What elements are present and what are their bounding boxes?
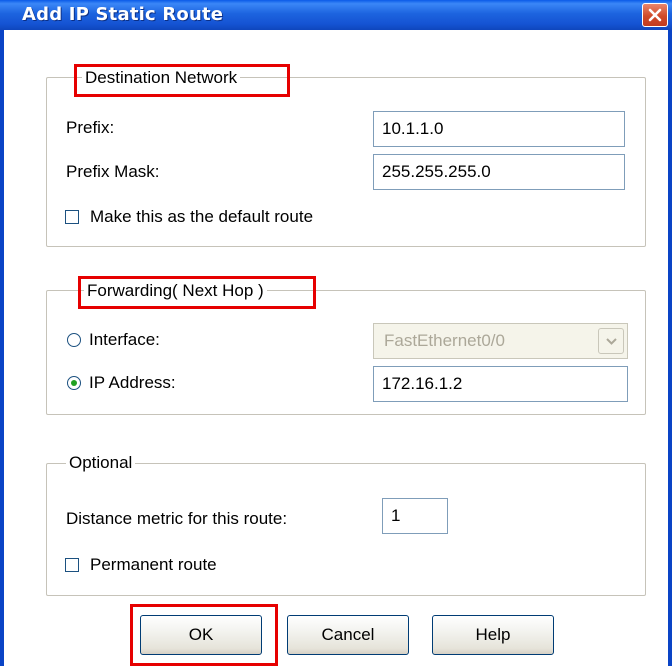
ok-button-highlight [130,604,278,666]
distance-metric-label: Distance metric for this route: [66,509,288,528]
interface-label[interactable]: Interface: [89,330,160,350]
close-icon [648,8,662,22]
distance-metric-input[interactable]: 1 [382,498,448,534]
prefix-mask-label: Prefix Mask: [66,162,160,181]
ip-address-input[interactable]: 172.16.1.2 [373,366,628,402]
add-ip-static-route-dialog: Add IP Static Route Destination Network … [0,0,672,666]
prefix-label: Prefix: [66,118,115,137]
default-route-checkbox[interactable] [65,210,79,224]
optional-legend: Optional [66,452,136,474]
interface-select[interactable]: FastEthernet0/0 [373,323,628,359]
prefix-input[interactable]: 10.1.1.0 [373,111,625,147]
forwarding-highlight [78,276,316,309]
permanent-route-label[interactable]: Permanent route [90,555,217,575]
window-title: Add IP Static Route [22,4,224,25]
close-button[interactable] [642,3,668,27]
ip-address-radio[interactable] [67,376,81,390]
default-route-label[interactable]: Make this as the default route [90,207,313,227]
interface-select-value: FastEthernet0/0 [384,331,505,350]
optional-group [46,463,646,596]
title-bar[interactable]: Add IP Static Route [0,0,672,30]
interface-radio[interactable] [67,333,81,347]
help-button[interactable]: Help [432,615,554,655]
radio-selected-dot [71,380,77,386]
prefix-mask-input[interactable]: 255.255.255.0 [373,154,625,190]
chevron-down-icon [606,338,617,345]
ip-address-label[interactable]: IP Address: [89,373,176,393]
cancel-button[interactable]: Cancel [287,615,409,655]
destination-network-highlight [74,64,290,97]
dropdown-button[interactable] [598,328,624,354]
permanent-route-checkbox[interactable] [65,558,79,572]
window-frame-right [668,30,672,666]
